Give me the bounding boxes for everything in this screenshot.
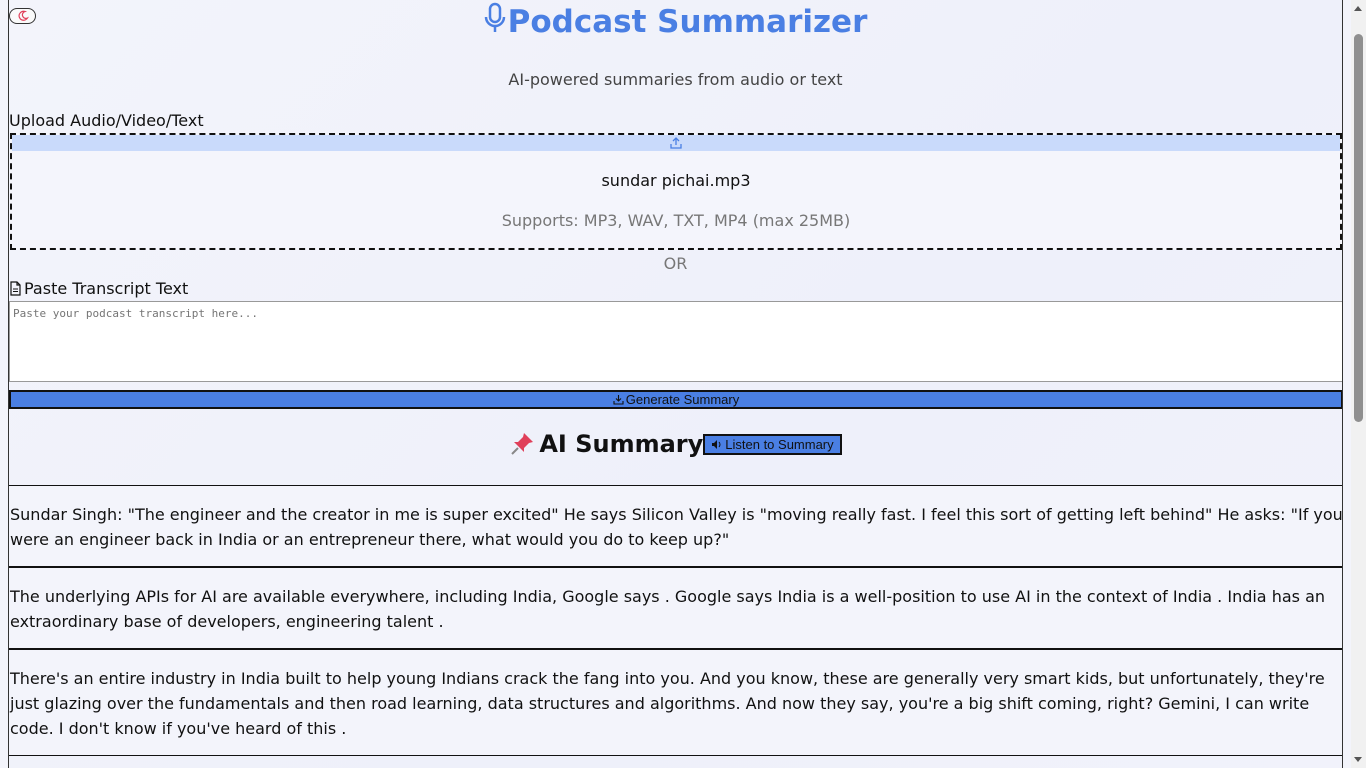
summary-paragraph: There's an entire industry in India buil… — [9, 649, 1342, 756]
summary-heading-text: AI Summary — [539, 430, 704, 458]
or-divider: OR — [663, 254, 688, 273]
page-subtitle: AI-powered summaries from audio or text — [508, 70, 843, 89]
document-icon — [10, 281, 21, 296]
vertical-scrollbar[interactable] — [1351, 0, 1366, 768]
summary-paragraphs: Sundar Singh: "The engineer and the crea… — [9, 485, 1342, 756]
upload-label: Upload Audio/Video/Text — [9, 111, 204, 130]
scroll-up-arrow-icon[interactable] — [1354, 6, 1362, 11]
summary-header: AI Summary Listen to Summary — [9, 430, 1342, 458]
scroll-down-arrow-icon[interactable] — [1354, 757, 1362, 762]
selected-filename: sundar pichai.mp3 — [601, 171, 751, 190]
pushpin-icon — [511, 433, 534, 455]
transcript-textarea[interactable] — [9, 301, 1342, 382]
paste-transcript-label: Paste Transcript Text — [9, 279, 188, 298]
app-page: Podcast Summarizer AI-powered summaries … — [8, 0, 1343, 768]
summary-heading: AI Summary — [509, 430, 703, 458]
page-title: Podcast Summarizer — [9, 2, 1342, 42]
generate-button-label: Generate Summary — [625, 392, 740, 407]
dropzone-header-bar — [12, 135, 1340, 151]
paste-label-text: Paste Transcript Text — [24, 279, 189, 298]
scrollbar-thumb[interactable] — [1354, 34, 1363, 422]
download-icon — [613, 395, 624, 405]
upload-icon — [670, 137, 682, 149]
generate-summary-button[interactable]: Generate Summary — [9, 390, 1342, 409]
listen-summary-button[interactable]: Listen to Summary — [703, 433, 842, 455]
file-dropzone[interactable]: sundar pichai.mp3 Supports: MP3, WAV, TX… — [10, 133, 1342, 250]
speaker-icon — [712, 439, 721, 449]
microphone-icon — [484, 2, 506, 42]
title-text: Podcast Summarizer — [507, 4, 868, 40]
summary-paragraph: Sundar Singh: "The engineer and the crea… — [9, 485, 1342, 567]
listen-button-label: Listen to Summary — [725, 436, 834, 452]
summary-paragraph: The underlying APIs for AI are available… — [9, 567, 1342, 649]
supported-formats: Supports: MP3, WAV, TXT, MP4 (max 25MB) — [501, 211, 851, 230]
